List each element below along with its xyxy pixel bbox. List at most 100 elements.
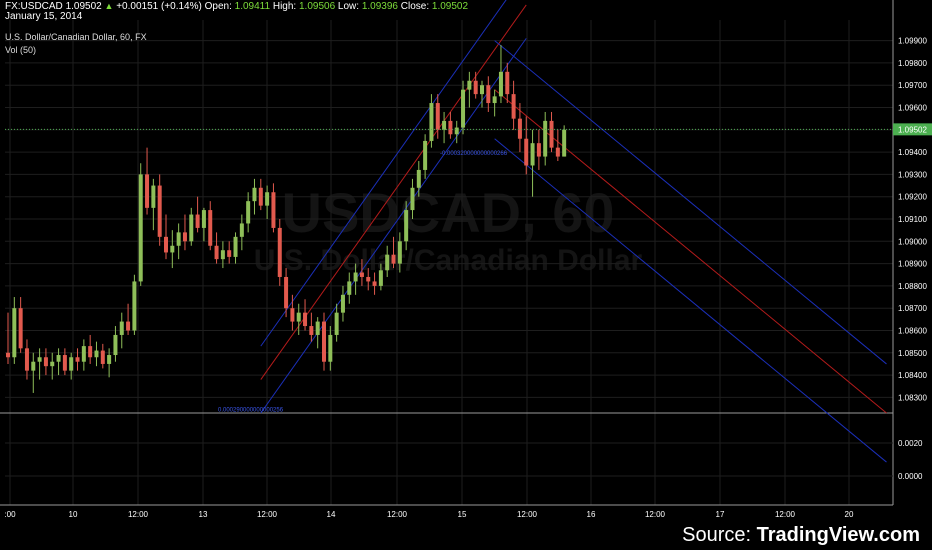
candle-body xyxy=(322,321,326,362)
volume-label: Vol (50) xyxy=(5,45,37,55)
y-tick-label: 1.09100 xyxy=(898,215,927,224)
candle-body xyxy=(182,232,187,242)
candle-body xyxy=(24,348,29,371)
open-label: Open: xyxy=(204,1,232,12)
y-tick-label: 1.09000 xyxy=(898,237,927,246)
candle-body xyxy=(309,326,314,335)
candle-body xyxy=(145,174,150,208)
candle-body xyxy=(94,350,99,358)
channel-down-lower-line xyxy=(494,138,887,463)
y-tick-label: 1.08400 xyxy=(898,371,927,380)
candle-body xyxy=(429,103,434,141)
price-change: +0.00151 (+0.14%) xyxy=(116,1,202,12)
candle-body xyxy=(410,187,415,211)
candle-body xyxy=(366,276,371,282)
candle-body xyxy=(12,308,17,358)
candle-body xyxy=(448,120,453,135)
x-tick-label: 12:00 xyxy=(387,510,408,519)
candle-body xyxy=(81,346,86,362)
price-chart: USDCAD, 60U.S. Dollar/Canadian Dollar1.0… xyxy=(0,0,932,519)
candle-body xyxy=(18,308,23,349)
x-tick-label: 14 xyxy=(327,510,336,519)
x-tick-label: 16 xyxy=(587,510,596,519)
candle-body xyxy=(498,71,503,97)
candle-body xyxy=(246,201,251,224)
low-label: Low: xyxy=(337,1,360,12)
candle-body xyxy=(252,187,257,202)
source-prefix: Source: xyxy=(682,524,757,546)
y-tick-label: 1.08500 xyxy=(898,349,927,358)
candle-body xyxy=(385,254,390,271)
x-tick-label: 12:00 xyxy=(775,510,796,519)
candle-body xyxy=(524,138,529,166)
channel-up-upper-line xyxy=(260,0,507,347)
candle-body xyxy=(214,245,219,260)
candle-body xyxy=(138,174,143,282)
candle-body xyxy=(119,321,124,335)
candle-body xyxy=(467,80,472,90)
candle-body xyxy=(132,281,137,331)
candle-body xyxy=(353,272,358,282)
y-tick-label: 1.09200 xyxy=(898,193,927,202)
candle-body xyxy=(208,210,213,246)
candle-body xyxy=(56,355,61,362)
candle-body xyxy=(505,71,510,95)
candle-body xyxy=(480,85,484,95)
candle-body xyxy=(423,140,428,170)
candle-body xyxy=(404,210,409,242)
x-tick-label: 12:00 xyxy=(257,510,278,519)
candle-body xyxy=(347,281,352,295)
chart-root: USDCAD, 60 U.S. Dollar/Canadian Dollar 1.0… xyxy=(0,0,932,550)
candle-body xyxy=(543,120,548,157)
candle-body xyxy=(562,129,567,157)
candle-body xyxy=(239,223,244,237)
candle-body xyxy=(461,89,466,128)
close-value: 1.09502 xyxy=(431,1,469,12)
candle-body xyxy=(176,232,181,246)
candle-body xyxy=(75,357,80,362)
x-tick-label: 12:00 xyxy=(517,510,538,519)
candle-body xyxy=(328,334,333,362)
volume-tick-label: 0.0000 xyxy=(898,472,923,481)
candle-body xyxy=(233,236,238,257)
volume-tick-label: 0.0020 xyxy=(898,439,923,448)
open-value: 1.09411 xyxy=(234,1,271,12)
x-tick-label: :00 xyxy=(4,510,16,519)
candle-body xyxy=(435,103,440,130)
y-tick-label: 1.09900 xyxy=(898,37,927,46)
candle-body xyxy=(164,236,168,253)
candle-body xyxy=(126,321,131,331)
x-tick-label: 15 xyxy=(458,510,467,519)
candle-body xyxy=(107,355,112,364)
candle-body xyxy=(170,245,175,253)
candle-body xyxy=(157,185,162,237)
candle-body xyxy=(511,94,516,119)
fib-label: 0.000290000000000256 xyxy=(218,408,284,414)
candle-body xyxy=(88,346,93,358)
candle-body xyxy=(50,361,55,367)
candle-body xyxy=(290,308,295,322)
candle-body xyxy=(555,147,560,157)
candle-body xyxy=(486,85,491,104)
header-date: January 15, 2014 xyxy=(5,11,83,22)
fib-label: -0.000320000000000266 xyxy=(440,151,508,157)
candle-body xyxy=(416,169,421,188)
candle-body xyxy=(271,192,276,228)
candle-body xyxy=(492,96,497,104)
candle-body xyxy=(201,210,206,228)
y-tick-label: 1.09700 xyxy=(898,81,927,90)
high-label: High: xyxy=(272,1,297,12)
y-tick-label: 1.08600 xyxy=(898,326,927,335)
candle-body xyxy=(473,80,478,95)
x-tick-label: 12:00 xyxy=(645,510,666,519)
candle-body xyxy=(62,355,67,371)
candle-body xyxy=(391,254,396,264)
candle-body xyxy=(359,272,364,277)
candle-body xyxy=(454,127,459,135)
up-arrow-icon: ▲ xyxy=(104,1,114,11)
candle-body xyxy=(195,214,200,228)
candle-body xyxy=(100,350,105,364)
chart-title: U.S. Dollar/Canadian Dollar, 60, FX xyxy=(5,32,147,42)
source-brand: TradingView.com xyxy=(756,524,920,546)
candle-body xyxy=(296,312,301,322)
